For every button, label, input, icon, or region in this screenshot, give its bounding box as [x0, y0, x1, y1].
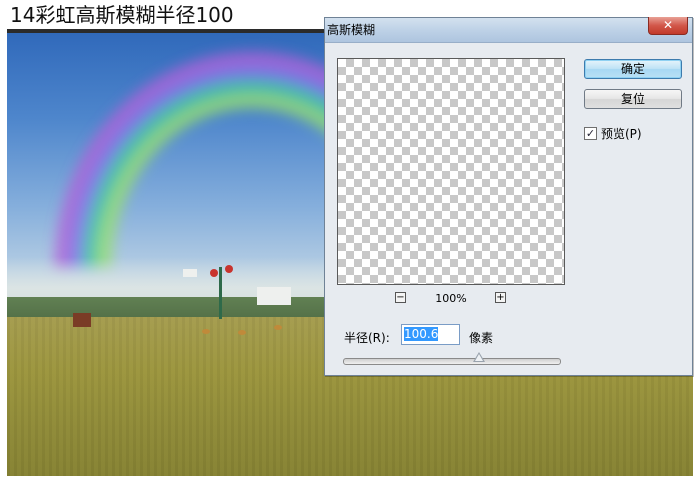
close-icon: ✕ [662, 18, 674, 32]
radius-input[interactable]: 100.6 [401, 324, 460, 345]
reset-button[interactable]: 复位 [584, 89, 682, 109]
ok-button[interactable]: 确定 [584, 59, 682, 79]
radius-slider-track[interactable] [343, 358, 561, 365]
preview-area[interactable] [337, 58, 565, 285]
zoom-level: 100% [435, 292, 467, 305]
checkmark-icon: ✓ [585, 127, 596, 140]
building [257, 287, 291, 305]
hut [73, 313, 91, 327]
plus-icon: + [496, 292, 505, 303]
radius-label: 半径(R): [344, 331, 390, 345]
dialog-title: 高斯模糊 [327, 23, 376, 37]
close-button[interactable]: ✕ [648, 17, 688, 35]
lamp-light [210, 269, 218, 277]
radius-unit-label: 像素 [469, 331, 494, 345]
minus-icon: − [396, 292, 405, 303]
lamp-light [225, 265, 233, 273]
chicken [238, 330, 246, 335]
chicken [274, 325, 282, 330]
zoom-out-button[interactable]: − [395, 292, 406, 303]
building [183, 269, 197, 277]
zoom-in-button[interactable]: + [495, 292, 506, 303]
dialog-titlebar[interactable]: 高斯模糊 ✕ [325, 17, 692, 43]
radius-value: 100.6 [404, 327, 439, 341]
preview-label[interactable]: 预览(P) [601, 125, 642, 142]
radius-slider-thumb[interactable] [473, 352, 486, 362]
street-lamp [219, 267, 222, 319]
gaussian-blur-dialog: 高斯模糊 ✕ − 100% + 确定 复位 ✓ 预览(P) 半径(R): 100… [324, 17, 693, 376]
chicken [202, 329, 210, 334]
preview-checkbox[interactable]: ✓ [584, 127, 597, 140]
image-caption: 14彩虹高斯模糊半径100 [10, 3, 234, 27]
